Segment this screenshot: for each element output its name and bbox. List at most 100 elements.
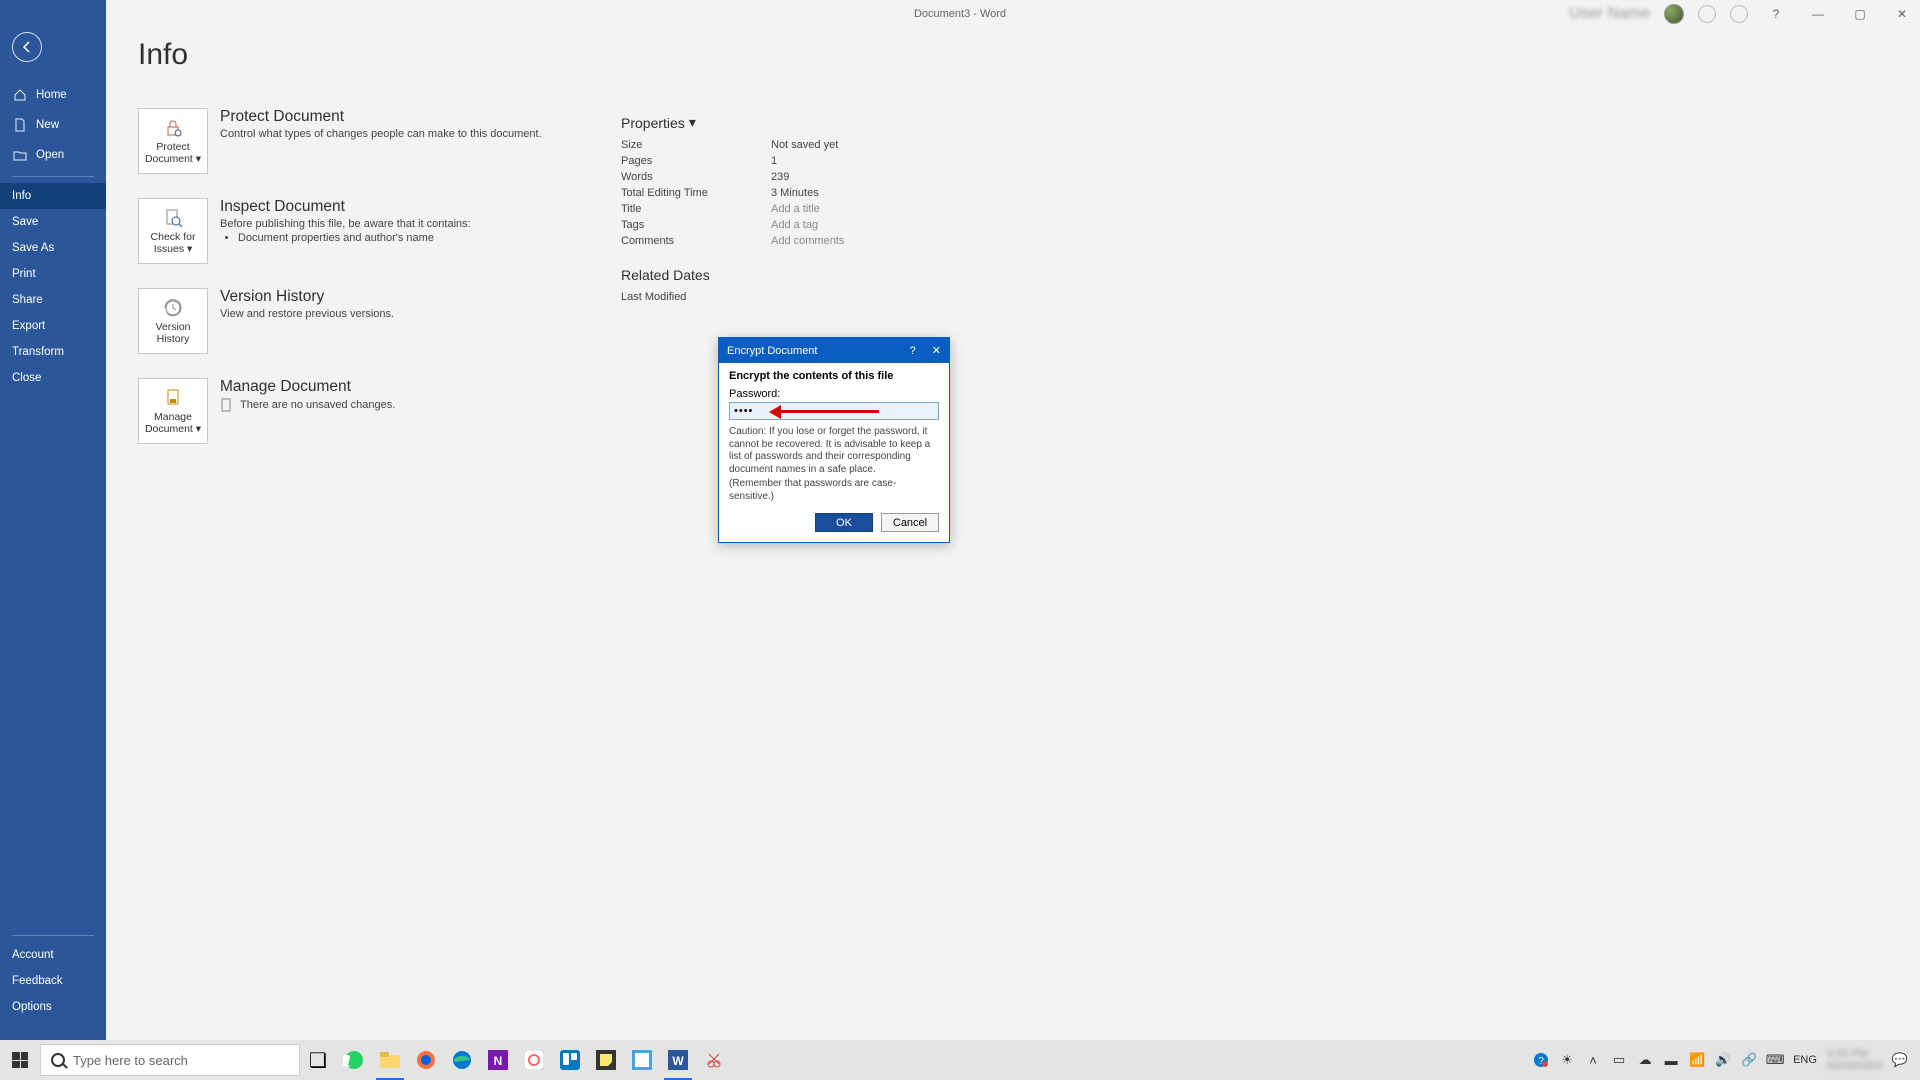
start-button[interactable] bbox=[0, 1040, 40, 1080]
sidebar-item-print[interactable]: Print bbox=[0, 261, 106, 287]
property-key: Tags bbox=[621, 219, 771, 231]
sidebar-item-saveas[interactable]: Save As bbox=[0, 235, 106, 261]
sidebar-item-transform[interactable]: Transform bbox=[0, 339, 106, 365]
encrypt-document-dialog: Encrypt Document ? ✕ Encrypt the content… bbox=[718, 337, 950, 543]
chevron-up-icon[interactable]: ˄ bbox=[1585, 1052, 1601, 1068]
file-explorer-icon[interactable] bbox=[372, 1040, 408, 1080]
sidebar-item-feedback[interactable]: Feedback bbox=[0, 968, 106, 994]
weather-icon[interactable]: ☀ bbox=[1559, 1052, 1575, 1068]
property-value: Not saved yet bbox=[771, 139, 838, 151]
whatsapp-icon[interactable] bbox=[336, 1040, 372, 1080]
protect-document-section: ProtectDocument ▾ Protect Document Contr… bbox=[138, 108, 558, 174]
keyboard-icon[interactable]: ⌨ bbox=[1767, 1052, 1783, 1068]
minimize-button[interactable]: — bbox=[1804, 4, 1832, 24]
content-area: Info ProtectDocument ▾ Protect Document … bbox=[106, 28, 1920, 1040]
app-icon[interactable] bbox=[516, 1040, 552, 1080]
window-title: Document3 - Word bbox=[914, 8, 1006, 20]
clock[interactable]: 0:00 PM00/00/0000 bbox=[1827, 1048, 1882, 1072]
ok-button[interactable]: OK bbox=[815, 513, 873, 532]
property-value: 1 bbox=[771, 155, 777, 167]
sidebar-item-home[interactable]: Home bbox=[0, 80, 106, 110]
related-key: Last Modified bbox=[621, 291, 771, 303]
onenote-icon[interactable]: N bbox=[480, 1040, 516, 1080]
manage-document-section: ManageDocument ▾ Manage Document There a… bbox=[138, 378, 558, 444]
back-button[interactable] bbox=[12, 32, 42, 62]
related-row: Last Modified bbox=[621, 289, 941, 305]
property-value[interactable]: Add a tag bbox=[771, 219, 818, 231]
check-issues-button[interactable]: Check forIssues ▾ bbox=[138, 198, 208, 264]
property-key: Total Editing Time bbox=[621, 187, 771, 199]
taskbar-search[interactable]: Type here to search bbox=[40, 1044, 300, 1076]
onedrive-icon[interactable]: ☁ bbox=[1637, 1052, 1653, 1068]
notifications-icon[interactable]: 💬 bbox=[1892, 1052, 1908, 1068]
lang-indicator[interactable]: ENG bbox=[1793, 1054, 1817, 1066]
search-icon bbox=[51, 1053, 65, 1067]
help-button[interactable]: ? bbox=[1762, 4, 1790, 24]
user-avatar[interactable] bbox=[1664, 4, 1684, 24]
manage-desc: There are no unsaved changes. bbox=[240, 399, 395, 411]
sidebar-label: Save bbox=[12, 216, 38, 228]
tray-box-icon[interactable]: ▭ bbox=[1611, 1052, 1627, 1068]
property-value[interactable]: Add a title bbox=[771, 203, 820, 215]
properties-dropdown[interactable]: Properties▾ bbox=[621, 114, 941, 131]
wifi-icon[interactable]: 📶 bbox=[1689, 1052, 1705, 1068]
password-input[interactable] bbox=[729, 402, 939, 420]
property-key: Pages bbox=[621, 155, 771, 167]
inspect-heading: Inspect Document bbox=[220, 198, 471, 216]
chevron-down-icon: ▾ bbox=[689, 114, 696, 131]
face-icon[interactable] bbox=[1698, 5, 1716, 23]
battery-icon[interactable]: ▬ bbox=[1663, 1052, 1679, 1068]
property-row: Pages1 bbox=[621, 153, 941, 169]
property-row: TagsAdd a tag bbox=[621, 217, 941, 233]
volume-icon[interactable]: 🔊 bbox=[1715, 1052, 1731, 1068]
sidebar-item-save[interactable]: Save bbox=[0, 209, 106, 235]
firefox-icon[interactable] bbox=[408, 1040, 444, 1080]
close-window-button[interactable]: ✕ bbox=[1888, 4, 1916, 24]
property-key: Size bbox=[621, 139, 771, 151]
trello-icon[interactable] bbox=[552, 1040, 588, 1080]
sidebar-item-share[interactable]: Share bbox=[0, 287, 106, 313]
restore-button[interactable]: ▢ bbox=[1846, 4, 1874, 24]
sidebar-item-new[interactable]: New bbox=[0, 110, 106, 140]
chevron-down-icon: ▾ bbox=[187, 243, 192, 255]
snip-icon[interactable] bbox=[696, 1040, 732, 1080]
task-view-button[interactable]: ❏ bbox=[300, 1040, 336, 1080]
link-icon[interactable]: 🔗 bbox=[1741, 1052, 1757, 1068]
face-sad-icon[interactable] bbox=[1730, 5, 1748, 23]
inspect-icon bbox=[162, 207, 184, 229]
app-icon-2[interactable] bbox=[624, 1040, 660, 1080]
protect-document-button[interactable]: ProtectDocument ▾ bbox=[138, 108, 208, 174]
sidebar-item-info[interactable]: Info bbox=[0, 183, 106, 209]
tray-icon[interactable]: ? bbox=[1533, 1052, 1549, 1068]
sidebar-item-export[interactable]: Export bbox=[0, 313, 106, 339]
dialog-close-button[interactable]: ✕ bbox=[932, 344, 941, 357]
dialog-help-button[interactable]: ? bbox=[910, 345, 916, 357]
property-value[interactable]: Add comments bbox=[771, 235, 844, 247]
sidebar-item-account[interactable]: Account bbox=[0, 942, 106, 968]
version-history-button[interactable]: VersionHistory bbox=[138, 288, 208, 354]
sidebar-label: Info bbox=[12, 190, 31, 202]
user-name: User Name bbox=[1569, 5, 1650, 23]
version-history-section: VersionHistory Version History View and … bbox=[138, 288, 558, 354]
new-icon bbox=[12, 117, 28, 133]
dialog-titlebar[interactable]: Encrypt Document ? ✕ bbox=[719, 338, 949, 363]
sidebar-label: Transform bbox=[12, 346, 64, 358]
sidebar-item-close[interactable]: Close bbox=[0, 365, 106, 391]
home-icon bbox=[12, 87, 28, 103]
dialog-title: Encrypt Document bbox=[727, 345, 817, 357]
caution-text: Caution: If you lose or forget the passw… bbox=[729, 426, 939, 503]
sidebar-label: Share bbox=[12, 294, 43, 306]
word-icon[interactable]: W bbox=[660, 1040, 696, 1080]
windows-taskbar: Type here to search ❏ N W ? ☀ ˄ ▭ ☁ ▬ 📶 … bbox=[0, 1040, 1920, 1080]
manage-document-button[interactable]: ManageDocument ▾ bbox=[138, 378, 208, 444]
sidebar-item-open[interactable]: Open bbox=[0, 140, 106, 170]
sidebar-item-options[interactable]: Options bbox=[0, 994, 106, 1020]
document-icon bbox=[220, 398, 234, 412]
sidebar-label: Options bbox=[12, 1001, 52, 1013]
property-value: 3 Minutes bbox=[771, 187, 819, 199]
sticky-notes-icon[interactable] bbox=[588, 1040, 624, 1080]
manage-doc-icon bbox=[162, 387, 184, 409]
dialog-subtitle: Encrypt the contents of this file bbox=[729, 370, 939, 382]
edge-icon[interactable] bbox=[444, 1040, 480, 1080]
cancel-button[interactable]: Cancel bbox=[881, 513, 939, 532]
